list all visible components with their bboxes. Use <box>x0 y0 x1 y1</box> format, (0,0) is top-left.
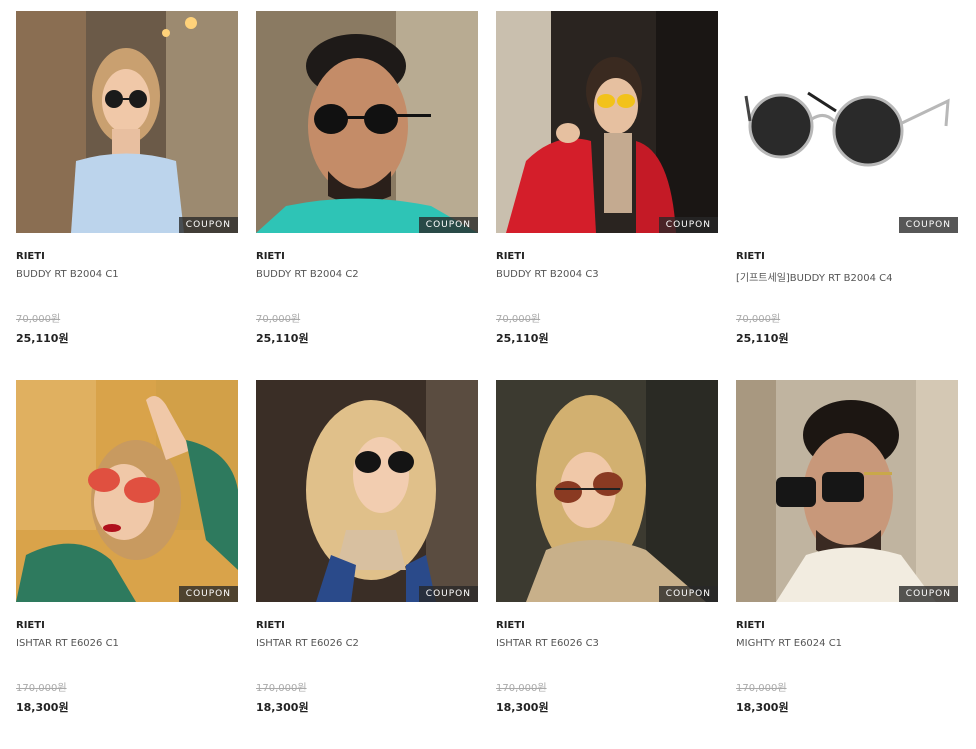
sale-price: 18,300원 <box>256 701 309 714</box>
sale-price: 25,110원 <box>256 332 309 345</box>
coupon-badge: COUPON <box>658 217 718 233</box>
product-name[interactable]: ISHTAR RT E6026 C3 <box>496 638 718 652</box>
product-image[interactable]: COUPON <box>736 11 958 233</box>
product-brand: RIETI <box>496 251 525 262</box>
sale-price: 25,110원 <box>496 332 549 345</box>
sale-price: 25,110원 <box>736 332 789 345</box>
product-name[interactable]: BUDDY RT B2004 C2 <box>256 269 478 283</box>
product-card[interactable]: COUPON RIETI BUDDY RT B2004 C2 70,000원 2… <box>256 11 478 380</box>
coupon-badge: COUPON <box>898 217 958 233</box>
original-price: 170,000원 <box>736 683 787 694</box>
product-name[interactable]: BUDDY RT B2004 C3 <box>496 269 718 283</box>
coupon-badge: COUPON <box>418 586 478 602</box>
original-price: 70,000원 <box>16 314 61 325</box>
sale-price: 18,300원 <box>16 701 69 714</box>
product-card[interactable]: COUPON RIETI BUDDY RT B2004 C3 70,000원 2… <box>496 11 718 380</box>
product-card[interactable]: COUPON RIETI ISHTAR RT E6026 C1 170,000원… <box>16 380 238 749</box>
product-name[interactable]: ISHTAR RT E6026 C2 <box>256 638 478 652</box>
original-price: 70,000원 <box>736 314 781 325</box>
product-image[interactable]: COUPON <box>256 11 478 233</box>
original-price: 170,000원 <box>16 683 67 694</box>
product-brand: RIETI <box>16 620 45 631</box>
coupon-badge: COUPON <box>658 586 718 602</box>
product-image[interactable]: COUPON <box>736 380 958 602</box>
product-name[interactable]: MIGHTY RT E6024 C1 <box>736 638 958 652</box>
product-name[interactable]: [기프트세일]BUDDY RT B2004 C4 <box>736 269 958 284</box>
coupon-badge: COUPON <box>178 586 238 602</box>
sale-price: 18,300원 <box>496 701 549 714</box>
original-price: 70,000원 <box>496 314 541 325</box>
product-image[interactable]: COUPON <box>256 380 478 602</box>
product-brand: RIETI <box>496 620 525 631</box>
product-brand: RIETI <box>736 620 765 631</box>
original-price: 170,000원 <box>256 683 307 694</box>
original-price: 170,000원 <box>496 683 547 694</box>
product-image[interactable]: COUPON <box>16 380 238 602</box>
product-image[interactable]: COUPON <box>496 380 718 602</box>
product-brand: RIETI <box>16 251 45 262</box>
product-card[interactable]: COUPON RIETI ISHTAR RT E6026 C2 170,000원… <box>256 380 478 749</box>
coupon-badge: COUPON <box>898 586 958 602</box>
product-image[interactable]: COUPON <box>16 11 238 233</box>
product-card[interactable]: COUPON RIETI BUDDY RT B2004 C1 70,000원 2… <box>16 11 238 380</box>
product-brand: RIETI <box>736 251 765 262</box>
product-brand: RIETI <box>256 251 285 262</box>
product-brand: RIETI <box>256 620 285 631</box>
coupon-badge: COUPON <box>178 217 238 233</box>
coupon-badge: COUPON <box>418 217 478 233</box>
product-card[interactable]: COUPON RIETI [기프트세일]BUDDY RT B2004 C4 70… <box>736 11 958 380</box>
product-card[interactable]: COUPON RIETI MIGHTY RT E6024 C1 170,000원… <box>736 380 958 749</box>
product-grid: COUPON RIETI BUDDY RT B2004 C1 70,000원 2… <box>16 11 960 749</box>
product-image[interactable]: COUPON <box>496 11 718 233</box>
product-name[interactable]: ISHTAR RT E6026 C1 <box>16 638 238 652</box>
product-name[interactable]: BUDDY RT B2004 C1 <box>16 269 238 283</box>
sale-price: 25,110원 <box>16 332 69 345</box>
product-card[interactable]: COUPON RIETI ISHTAR RT E6026 C3 170,000원… <box>496 380 718 749</box>
original-price: 70,000원 <box>256 314 301 325</box>
sale-price: 18,300원 <box>736 701 789 714</box>
